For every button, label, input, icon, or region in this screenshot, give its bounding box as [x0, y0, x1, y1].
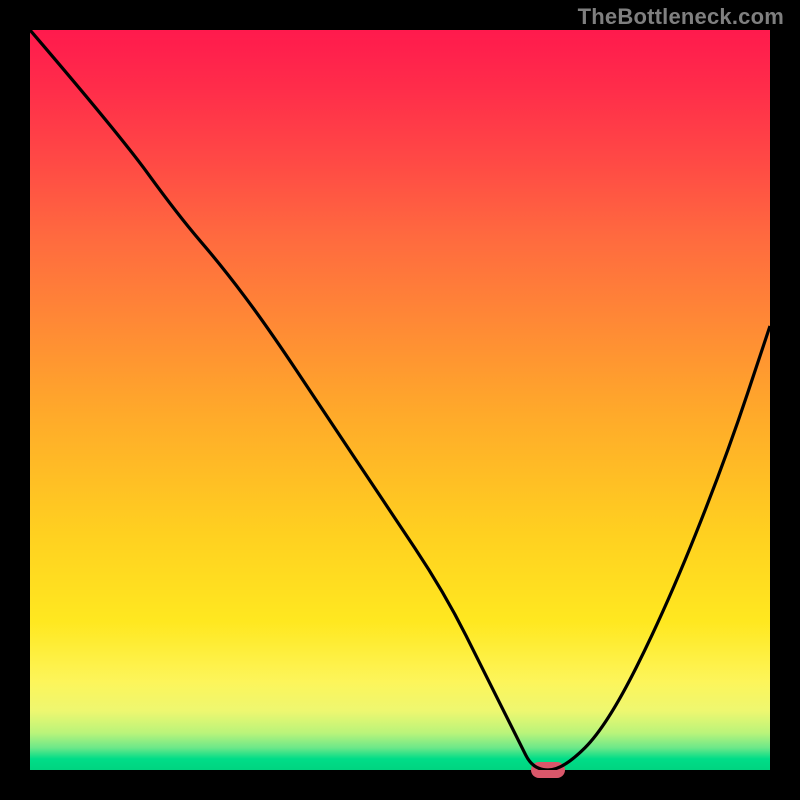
curve-path — [30, 30, 770, 770]
chart-container: TheBottleneck.com — [0, 0, 800, 800]
plot-area — [30, 30, 770, 770]
watermark-label: TheBottleneck.com — [578, 4, 784, 30]
bottleneck-curve — [30, 30, 770, 770]
